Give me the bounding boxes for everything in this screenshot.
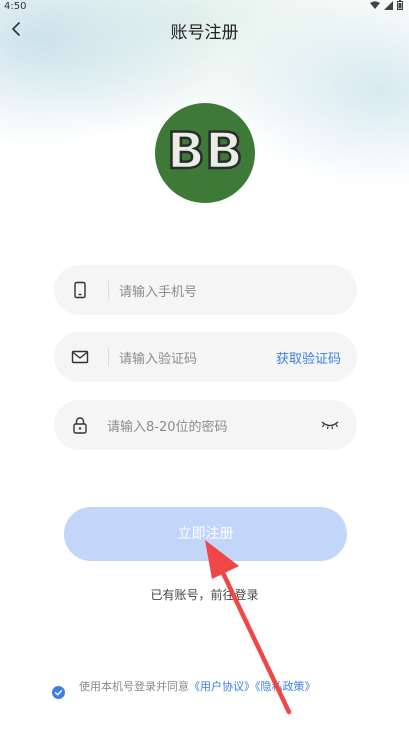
header: 账号注册: [0, 14, 409, 44]
mail-icon: [71, 350, 89, 364]
code-field[interactable]: 请输入验证码 获取验证码: [54, 332, 357, 382]
password-field[interactable]: 请输入8-20位的密码: [54, 400, 357, 450]
password-input[interactable]: 请输入8-20位的密码: [107, 416, 228, 435]
status-time: 4:50: [4, 1, 27, 12]
page-title: 账号注册: [170, 23, 239, 43]
phone-input[interactable]: 请输入手机号: [119, 281, 197, 300]
wifi-icon: [370, 0, 380, 9]
status-bar: 4:50: [0, 0, 409, 14]
eye-closed-icon[interactable]: [321, 417, 339, 431]
user-agreement-link[interactable]: 《用户协议》: [189, 680, 255, 693]
status-icons: [370, 0, 403, 10]
logo-text: BB: [167, 122, 243, 180]
field-separator: [108, 281, 109, 299]
register-button[interactable]: 立即注册: [64, 507, 347, 561]
app-logo: BB: [155, 103, 255, 203]
lock-icon: [73, 417, 87, 434]
phone-field[interactable]: 请输入手机号: [54, 265, 357, 315]
agreement-prefix: 使用本机号登录并同意: [79, 680, 189, 693]
check-circle-icon[interactable]: [52, 686, 65, 699]
phone-icon: [74, 281, 86, 299]
signal-icon: [384, 0, 393, 10]
login-link[interactable]: 已有账号，前往登录: [0, 586, 409, 603]
agreement-text: 使用本机号登录并同意《用户协议》《隐私政策》: [79, 680, 359, 694]
battery-icon: [397, 0, 403, 10]
field-separator: [108, 348, 109, 366]
get-code-button[interactable]: 获取验证码: [276, 348, 341, 367]
privacy-policy-link[interactable]: 《隐私政策》: [255, 680, 316, 693]
code-input[interactable]: 请输入验证码: [119, 348, 197, 367]
